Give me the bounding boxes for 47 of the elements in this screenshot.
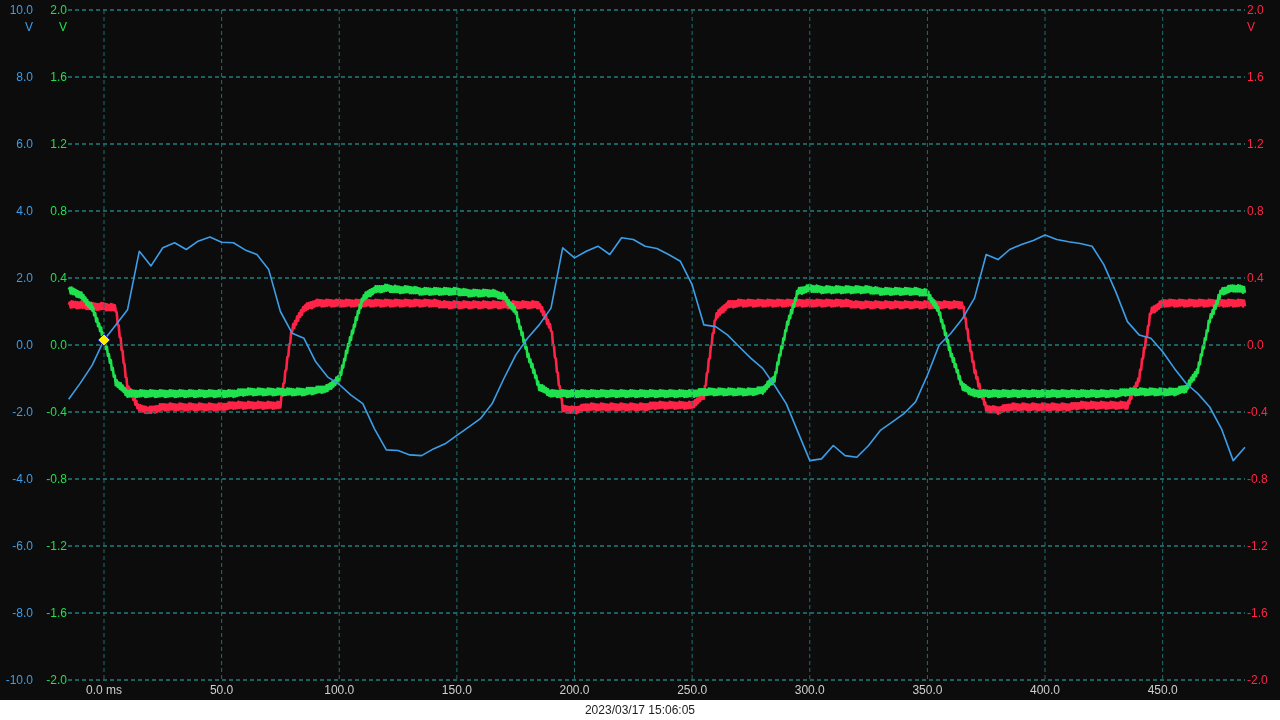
x-axis-tick-label: 0.0 ms	[86, 683, 122, 697]
y-axis-tick-label: 1.6	[50, 70, 67, 84]
x-axis-tick-label: 150.0	[441, 683, 472, 697]
y-axis-tick-label: 0.8	[50, 204, 67, 218]
y-axis-tick-label: 10.0	[9, 3, 33, 17]
y-axis-tick-label: 0.0	[1247, 338, 1264, 352]
y-axis-tick-label: 0.4	[50, 271, 67, 285]
x-axis-tick-label: 350.0	[912, 683, 943, 697]
y-axis-tick-label: -1.6	[46, 606, 67, 620]
y-axis-tick-label: -0.4	[1247, 405, 1268, 419]
x-axis-tick-label: 250.0	[677, 683, 708, 697]
y-axis-unit-label: V	[25, 20, 33, 34]
y-axis-unit-label: V	[1247, 20, 1255, 34]
y-axis-tick-label: -6.0	[12, 539, 33, 553]
y-axis-tick-label: 0.4	[1247, 271, 1264, 285]
y-axis-tick-label: 8.0	[16, 70, 33, 84]
y-axis-tick-label: 0.0	[16, 338, 33, 352]
x-axis-tick-label: 400.0	[1030, 683, 1061, 697]
y-axis-tick-label: 0.8	[1247, 204, 1264, 218]
y-axis-tick-label: -1.2	[1247, 539, 1268, 553]
x-axis-tick-label: 100.0	[324, 683, 355, 697]
timestamp-label: 2023/03/17 15:06:05	[584, 703, 696, 717]
y-axis-unit-label: V	[59, 20, 67, 34]
y-axis-tick-label: 1.2	[50, 137, 67, 151]
x-axis-tick-label: 450.0	[1147, 683, 1178, 697]
y-axis-tick-label: 0.0	[50, 338, 67, 352]
y-axis-tick-label: -8.0	[12, 606, 33, 620]
y-axis-tick-label: -10.0	[5, 673, 33, 687]
y-axis-tick-label: -2.0	[46, 673, 67, 687]
y-axis-tick-label: 2.0	[16, 271, 33, 285]
y-axis-tick-label: -0.8	[1247, 472, 1268, 486]
y-axis-tick-label: 4.0	[16, 204, 33, 218]
x-axis-tick-label: 300.0	[794, 683, 825, 697]
y-axis-tick-label: -0.8	[46, 472, 67, 486]
y-axis-tick-label: 2.0	[50, 3, 67, 17]
y-axis-tick-label: -2.0	[12, 405, 33, 419]
x-axis-tick-label: 200.0	[559, 683, 590, 697]
y-axis-tick-label: 1.6	[1247, 70, 1264, 84]
y-axis-tick-label: -1.2	[46, 539, 67, 553]
y-axis-tick-label: 6.0	[16, 137, 33, 151]
y-axis-tick-label: 1.2	[1247, 137, 1264, 151]
y-axis-tick-label: -4.0	[12, 472, 33, 486]
x-axis-tick-label: 50.0	[209, 683, 234, 697]
y-axis-tick-label: -2.0	[1247, 673, 1268, 687]
y-axis-tick-label: -0.4	[46, 405, 67, 419]
y-axis-tick-label: 2.0	[1247, 3, 1264, 17]
y-axis-tick-label: -1.6	[1247, 606, 1268, 620]
